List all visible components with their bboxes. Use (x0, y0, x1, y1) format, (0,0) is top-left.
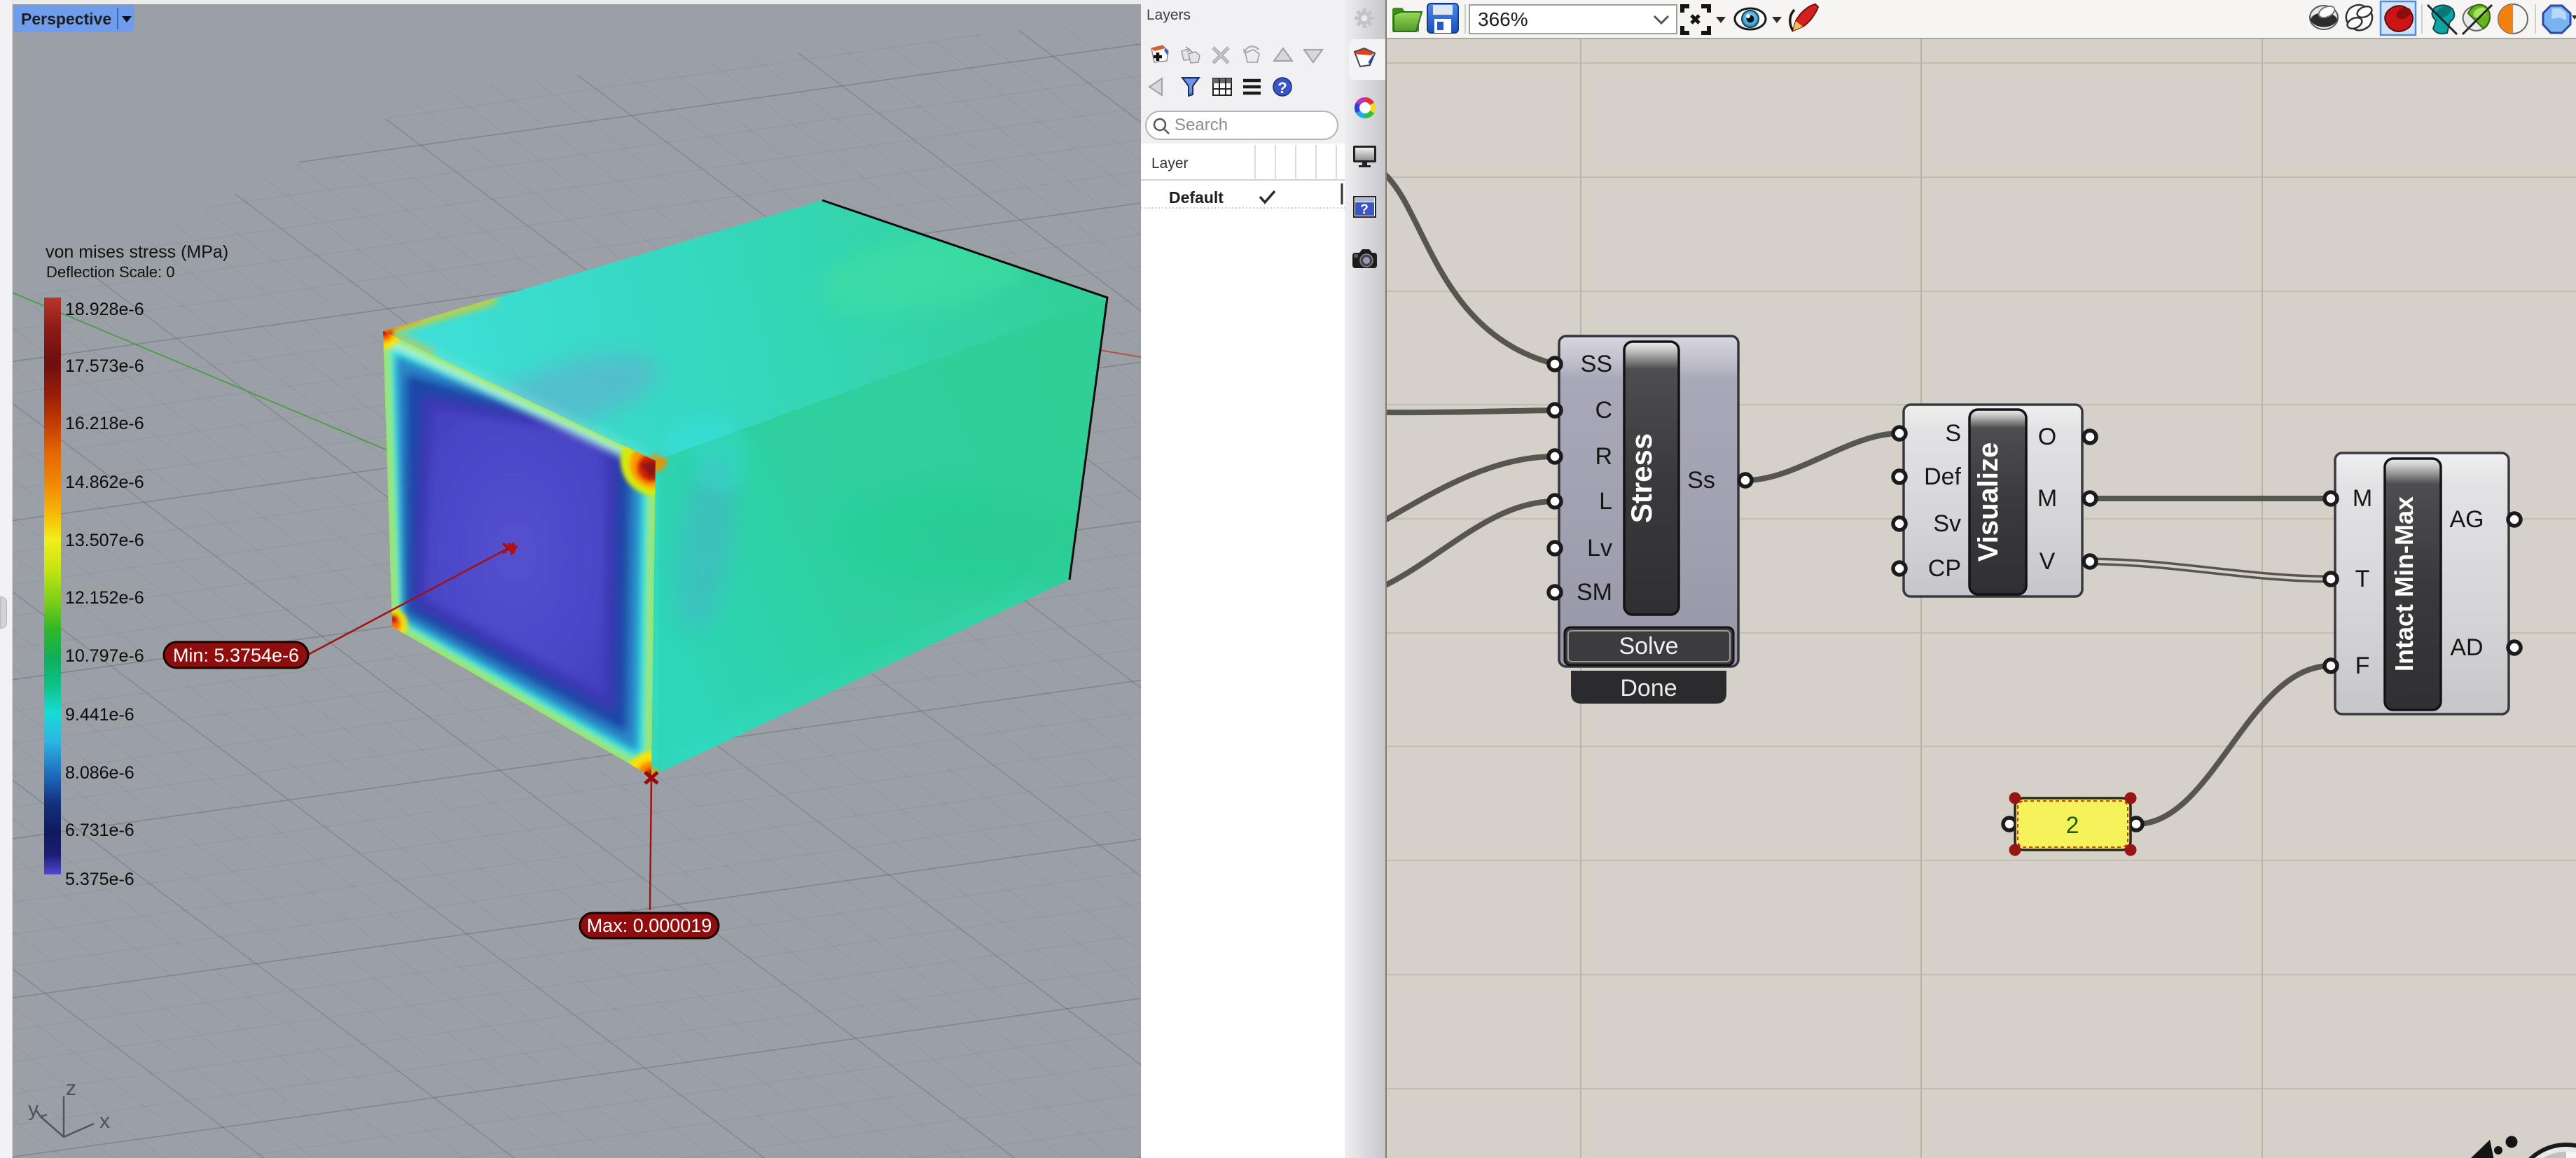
svg-text:Solve: Solve (1619, 633, 1678, 660)
svg-text:2: 2 (2066, 812, 2079, 839)
svg-text:L: L (1599, 488, 1612, 515)
svg-text:Perspective: Perspective (21, 10, 111, 28)
svg-text:Ss: Ss (1687, 467, 1715, 494)
svg-text:Stress: Stress (1625, 433, 1658, 523)
svg-text:366%: 366% (1478, 8, 1528, 30)
svg-text:z: z (66, 1077, 76, 1100)
svg-text:x: x (99, 1110, 110, 1133)
svg-text:Lv: Lv (1587, 535, 1612, 561)
svg-text:CP: CP (1928, 555, 1961, 582)
svg-text:F: F (2355, 653, 2370, 679)
svg-text:6.731e-6: 6.731e-6 (65, 821, 134, 840)
svg-text:AG: AG (2449, 506, 2484, 533)
svg-text:Def: Def (1924, 463, 1961, 490)
svg-text:9.441e-6: 9.441e-6 (65, 705, 134, 725)
svg-text:Visualize: Visualize (1973, 442, 2004, 561)
svg-text:AD: AD (2450, 634, 2483, 661)
svg-text:Sv: Sv (1933, 510, 1961, 537)
svg-text:Done: Done (1620, 675, 1677, 702)
svg-text:?: ? (1360, 202, 1369, 217)
svg-text:8.086e-6: 8.086e-6 (65, 763, 134, 783)
svg-text:16.218e-6: 16.218e-6 (65, 414, 144, 433)
svg-text:18.928e-6: 18.928e-6 (65, 300, 144, 319)
svg-text:von mises stress (MPa): von mises stress (MPa) (46, 242, 228, 262)
svg-text:14.862e-6: 14.862e-6 (65, 473, 144, 492)
svg-text:M: M (2037, 485, 2057, 512)
svg-text:T: T (2355, 566, 2370, 592)
svg-text:SS: SS (1581, 351, 1612, 377)
svg-text:10.797e-6: 10.797e-6 (65, 646, 144, 666)
svg-text:Intact Min-Max: Intact Min-Max (2390, 496, 2418, 671)
svg-text:y: y (28, 1098, 39, 1121)
svg-text:S: S (1945, 420, 1961, 447)
svg-text:Max: 0.000019: Max: 0.000019 (587, 915, 712, 936)
svg-text:O: O (2038, 424, 2056, 450)
svg-text:Default: Default (1169, 188, 1224, 207)
svg-text:17.573e-6: 17.573e-6 (65, 356, 144, 376)
svg-text:Deflection Scale: 0: Deflection Scale: 0 (46, 263, 174, 281)
svg-text:SM: SM (1577, 579, 1612, 606)
svg-text:?: ? (1277, 79, 1287, 97)
svg-text:C: C (1595, 397, 1612, 424)
svg-text:M: M (2353, 485, 2372, 512)
svg-text:V: V (2040, 548, 2056, 575)
svg-text:13.507e-6: 13.507e-6 (65, 531, 144, 550)
svg-text:R: R (1595, 443, 1612, 470)
svg-text:12.152e-6: 12.152e-6 (65, 588, 144, 608)
svg-text:5.375e-6: 5.375e-6 (65, 870, 134, 889)
svg-text:Min: 5.3754e-6: Min: 5.3754e-6 (173, 645, 299, 666)
